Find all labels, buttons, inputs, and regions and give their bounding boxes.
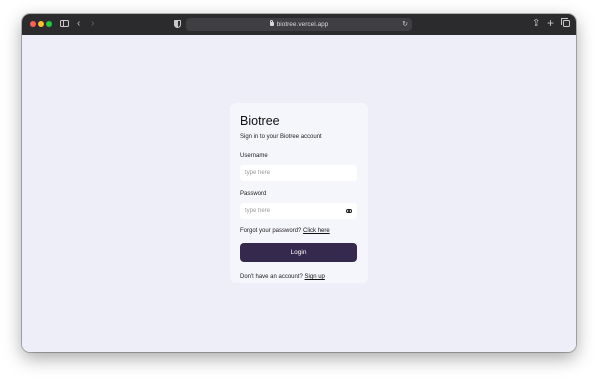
tabs-overview-icon[interactable]	[561, 18, 570, 27]
url-display[interactable]: biotree.vercel.app	[186, 19, 412, 30]
brand-title: Biotree	[240, 114, 280, 128]
password-field	[240, 203, 357, 219]
password-label: Password	[240, 191, 267, 197]
signup-row: Don't have an account? Sign up	[240, 273, 358, 281]
username-input[interactable]	[240, 165, 357, 181]
privacy-shield-icon[interactable]	[174, 20, 181, 28]
login-subtitle: Sign in to your Biotree account	[240, 134, 322, 140]
reload-icon[interactable]: ↻	[402, 19, 408, 30]
forgot-password-row: Forgot your password? Click here	[240, 227, 358, 235]
fullscreen-window-button[interactable]	[46, 21, 52, 27]
browser-toolbar: ‹ › biotree.vercel.app ↻ ⇪ +	[22, 14, 576, 35]
close-window-button[interactable]	[30, 21, 36, 27]
signup-link[interactable]: Sign up	[305, 274, 325, 280]
address-bar[interactable]: biotree.vercel.app ↻	[186, 18, 412, 31]
password-input[interactable]	[240, 203, 357, 219]
url-text: biotree.vercel.app	[276, 21, 329, 28]
plus-icon[interactable]: +	[547, 17, 554, 29]
share-icon[interactable]: ⇪	[532, 18, 540, 30]
login-card: Biotree Sign in to your Biotree account …	[230, 103, 368, 283]
username-label: Username	[240, 153, 268, 159]
minimize-window-button[interactable]	[38, 21, 44, 27]
forgot-password-link[interactable]: Click here	[303, 228, 330, 234]
page-viewport: Biotree Sign in to your Biotree account …	[22, 35, 576, 352]
login-button[interactable]: Login	[240, 243, 357, 262]
show-password-eye-icon[interactable]	[346, 209, 352, 213]
signup-text: Don't have an account?	[240, 274, 303, 280]
forgot-password-text: Forgot your password?	[240, 228, 302, 234]
browser-window: ‹ › biotree.vercel.app ↻ ⇪ + Biotree Sig…	[22, 14, 576, 352]
chevron-left-icon[interactable]: ‹	[77, 18, 80, 30]
lock-icon	[269, 19, 274, 26]
chevron-right-icon[interactable]: ›	[91, 18, 94, 30]
sidebar-toggle-icon[interactable]	[60, 20, 69, 27]
